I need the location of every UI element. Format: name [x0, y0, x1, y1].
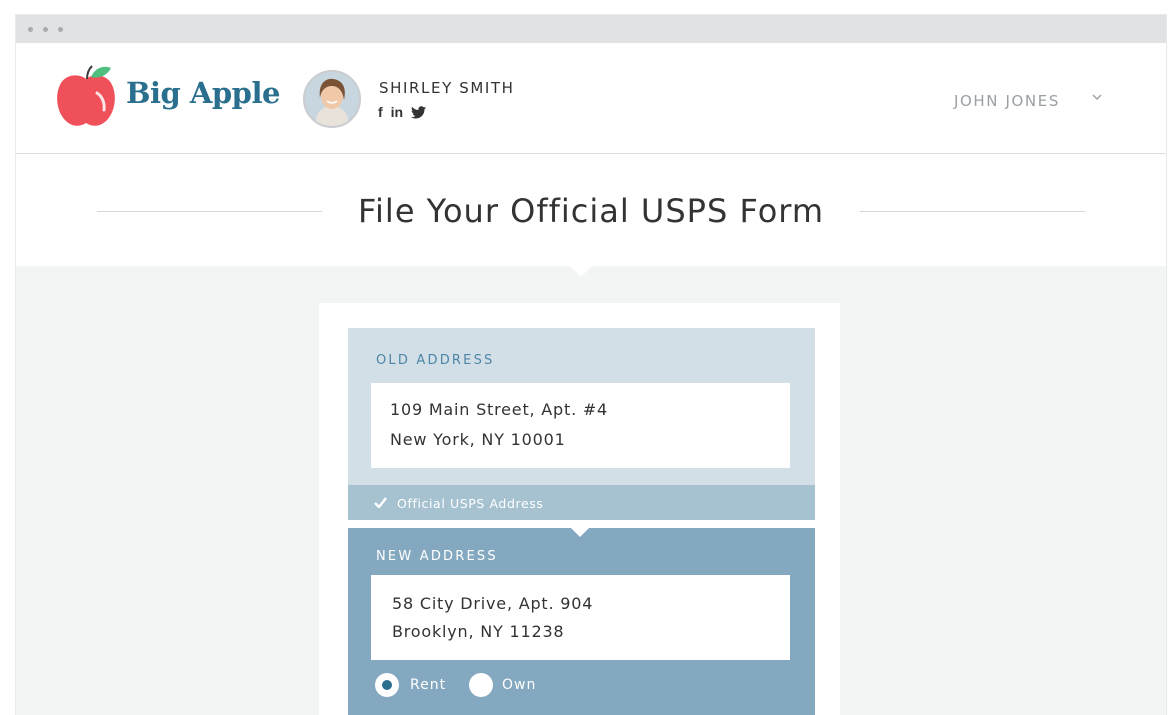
window-chrome [16, 15, 1166, 43]
old-address-field[interactable]: 109 Main Street, Apt. #4 New York, NY 10… [371, 383, 790, 468]
old-address-label: OLD ADDRESS [376, 353, 495, 368]
old-address-line2: New York, NY 10001 [390, 430, 566, 449]
window-dot[interactable] [43, 27, 48, 32]
social-links: f in [378, 104, 427, 120]
new-address-line2: Brooklyn, NY 11238 [392, 622, 565, 641]
own-radio[interactable] [469, 673, 493, 697]
new-address-panel: NEW ADDRESS 58 City Drive, Apt. 904 Broo… [348, 527, 815, 715]
checkmark-icon [374, 497, 387, 508]
rent-radio[interactable] [375, 673, 399, 697]
verified-label: Official USPS Address [397, 496, 544, 511]
radio-selected-dot [382, 680, 392, 690]
window-dot[interactable] [58, 27, 63, 32]
title-band: File Your Official USPS Form [16, 154, 1166, 277]
rent-radio-label[interactable]: Rent [410, 677, 446, 693]
avatar[interactable] [303, 70, 361, 128]
brand-name[interactable]: Big Apple [126, 76, 280, 110]
window-dot[interactable] [28, 27, 33, 32]
new-address-field[interactable]: 58 City Drive, Apt. 904 Brooklyn, NY 112… [371, 575, 790, 660]
address-form-card: OLD ADDRESS 109 Main Street, Apt. #4 New… [319, 303, 840, 715]
own-radio-label[interactable]: Own [502, 677, 536, 693]
old-address-line1: 109 Main Street, Apt. #4 [390, 400, 609, 419]
title-pointer [569, 265, 593, 277]
chevron-down-icon[interactable] [1090, 90, 1104, 104]
verified-address-bar: Official USPS Address [348, 485, 815, 520]
facebook-icon[interactable]: f [378, 104, 383, 120]
site-header: Big Apple SHIRLEY SMITH f in JOHN JONES [16, 43, 1166, 154]
browser-window: Big Apple SHIRLEY SMITH f in JOHN JONES [16, 15, 1166, 715]
twitter-icon[interactable] [411, 105, 427, 119]
old-address-panel: OLD ADDRESS 109 Main Street, Apt. #4 New… [348, 328, 815, 485]
new-address-line1: 58 City Drive, Apt. 904 [392, 594, 594, 613]
apple-logo-icon[interactable] [53, 65, 119, 129]
new-panel-pointer [570, 527, 590, 537]
page-title: File Your Official USPS Form [357, 192, 825, 230]
linkedin-icon[interactable]: in [391, 104, 403, 120]
account-menu[interactable]: JOHN JONES [954, 92, 1060, 110]
profile-name: SHIRLEY SMITH [379, 79, 515, 97]
new-address-label: NEW ADDRESS [376, 549, 498, 564]
